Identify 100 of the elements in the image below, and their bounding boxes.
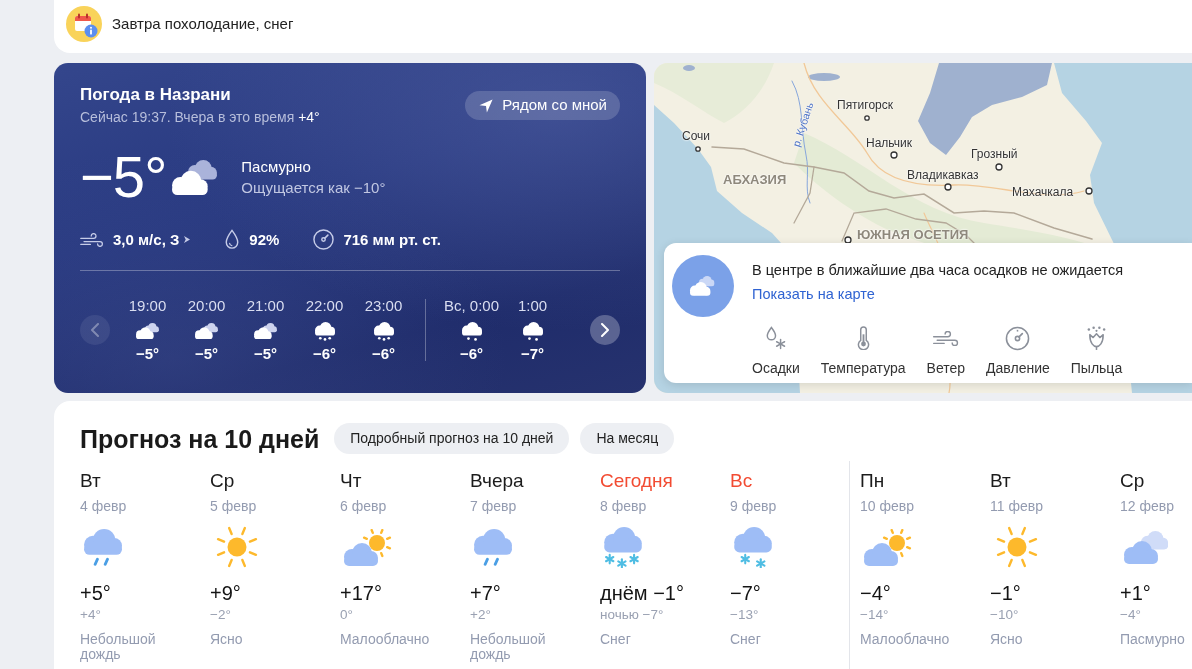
nearby-button[interactable]: Рядом со мной — [465, 91, 620, 120]
hour-temperature: −5° — [194, 345, 219, 363]
day-name: Вт — [990, 470, 1012, 492]
snow-cloud-icon — [461, 321, 482, 341]
next-button[interactable] — [590, 315, 620, 345]
map-label: АБХАЗИЯ — [723, 172, 787, 187]
day-condition: Снег — [600, 632, 632, 647]
map-layer-button[interactable]: Температура — [820, 326, 906, 377]
gauge-icon — [1005, 325, 1031, 351]
hour-time: 22:00 — [305, 297, 344, 315]
day-temperature: +1° — [1120, 581, 1152, 605]
wind-icon — [931, 330, 960, 346]
hour-temperature: −7° — [521, 345, 545, 363]
show-on-map-link[interactable]: Показать на карте — [752, 285, 875, 303]
day-date: 11 февр — [990, 497, 1044, 515]
forecast-title: Прогноз на 10 дней — [80, 423, 320, 454]
day-date: 10 февр — [860, 497, 915, 515]
day-name: Сегодня — [600, 470, 674, 492]
day-date: 4 февр — [80, 497, 128, 515]
precipitation-message: В центре в ближайшие два часа осадков не ожидается — [752, 261, 1124, 279]
snow-cloud-icon — [604, 526, 642, 568]
day-date: 8 февр — [600, 497, 648, 515]
day-temperature: +7° — [470, 581, 502, 605]
sun-icon — [994, 524, 1040, 570]
cloud-icon — [195, 323, 218, 339]
day-condition: Пасмурно — [1120, 632, 1186, 647]
cloud-icon — [136, 323, 159, 339]
map-label: Грозный — [971, 147, 1018, 162]
feels-like-text: Ощущается как −10° — [241, 177, 386, 198]
pressure-gauge-icon — [313, 229, 335, 250]
day-condition: Снег — [730, 632, 762, 647]
detailed-forecast-button[interactable]: Подробный прогноз на 10 дней — [334, 423, 570, 454]
humidity-drop-icon — [224, 229, 241, 250]
hour-temperature: −5° — [135, 345, 160, 363]
day-condition: Ясно — [990, 632, 1024, 647]
current-time-text: Сейчас 19:37. Вчера в это время +4° — [80, 108, 320, 126]
drop-snowflake-icon — [764, 326, 787, 350]
map-layer-button[interactable]: Давление — [986, 326, 1050, 377]
day-name: Вт — [80, 470, 102, 492]
day-name: Чт — [340, 470, 363, 492]
flower-icon — [1086, 325, 1107, 351]
day-condition: Малооблачно — [860, 632, 951, 647]
day-condition: Ясно — [210, 632, 244, 647]
wind-icon — [80, 232, 104, 247]
day-date: 7 февр — [470, 497, 518, 515]
chevron-left-icon — [91, 323, 99, 337]
map-label: Пятигорск — [837, 98, 894, 113]
hour-temperature: −6° — [312, 345, 337, 363]
day-name: Ср — [1120, 470, 1146, 492]
location-arrow-icon — [479, 98, 494, 113]
day-date: 5 февр — [210, 497, 258, 515]
cloud-icon — [1124, 530, 1168, 564]
hour-time: 20:00 — [187, 297, 226, 315]
day-date: 9 февр — [730, 497, 778, 515]
day-date: 6 февр — [340, 497, 388, 515]
day-temperature: днём −1° — [600, 581, 685, 605]
day-name: Вс — [730, 470, 754, 492]
snow-cloud-icon — [734, 526, 772, 568]
chevron-right-icon — [601, 323, 609, 337]
direction-arrow-icon — [184, 236, 191, 243]
night-temperature: −4° — [1120, 607, 1142, 623]
snow-cloud-icon — [314, 321, 335, 341]
day-condition: Небольшой дождь — [80, 632, 157, 662]
snow-cloud-icon — [373, 321, 394, 341]
map-label: р. Кубань — [788, 100, 817, 149]
night-temperature: −14° — [860, 607, 890, 623]
hour-time: 23:00 — [364, 297, 403, 315]
day-condition: Малооблачно — [340, 632, 431, 647]
day-temperature: −7° — [730, 581, 762, 605]
sun-cloud-icon — [864, 528, 912, 566]
night-temperature: ночью −7° — [600, 607, 665, 623]
rain-cloud-icon — [84, 528, 122, 566]
night-temperature: +4° — [80, 607, 102, 623]
cloud-icon — [254, 323, 277, 339]
night-temperature: 0° — [340, 607, 354, 623]
weather-condition: Пасмурно — [241, 156, 312, 177]
map-layer-button[interactable]: Осадки — [752, 326, 800, 377]
day-condition: Небольшой дождь — [470, 632, 547, 662]
map-layer-button[interactable]: Пыльца — [1070, 326, 1123, 377]
hour-time: 1:00 — [517, 297, 548, 315]
humidity-value: 92% — [249, 229, 280, 250]
day-temperature: +5° — [80, 581, 112, 605]
map-layer-button[interactable]: Ветер — [926, 326, 966, 377]
cloud-icon — [672, 255, 734, 317]
sun-cloud-icon — [344, 528, 392, 566]
night-temperature: −2° — [210, 607, 232, 623]
day-name: Ср — [210, 470, 236, 492]
monthly-forecast-button[interactable]: На месяц — [580, 423, 675, 454]
snow-cloud-icon — [522, 321, 543, 341]
current-temperature: −5° — [80, 145, 167, 209]
sun-icon — [214, 524, 260, 570]
night-temperature: −13° — [730, 607, 760, 623]
map-label: Владикавказ — [907, 168, 979, 183]
pressure-value: 716 мм рт. ст. — [343, 229, 441, 250]
hour-temperature: −6° — [459, 345, 484, 363]
map-label: Сочи — [682, 129, 711, 144]
day-temperature: +17° — [340, 581, 383, 605]
map-label: ЮЖНАЯ ОСЕТИЯ — [857, 227, 969, 242]
day-name: Вчера — [470, 470, 525, 492]
night-temperature: −10° — [990, 607, 1020, 623]
